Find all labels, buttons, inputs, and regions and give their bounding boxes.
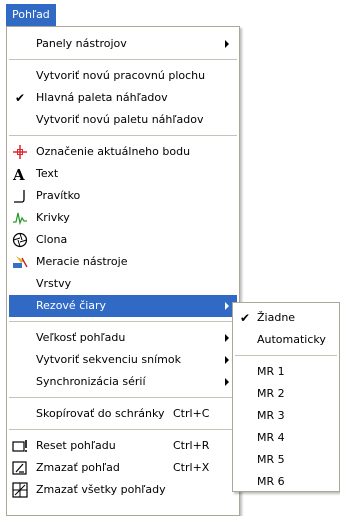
submenu-arrow-icon xyxy=(225,334,229,342)
ruler-icon xyxy=(14,190,25,203)
submenu-arrow-icon xyxy=(225,40,229,48)
text-icon: A xyxy=(12,166,25,182)
submenu-item-mr5[interactable]: MR 5 xyxy=(235,449,337,471)
submenu-item-mr4[interactable]: MR 4 xyxy=(235,427,337,449)
menu-separator xyxy=(9,59,237,60)
menu-item-slice-lines[interactable]: Rezové čiary xyxy=(9,295,237,317)
menu-item-curves[interactable]: Krivky xyxy=(9,207,237,229)
shortcut-label: Ctrl+R xyxy=(173,439,210,452)
checkmark-icon: ✔ xyxy=(14,91,26,105)
menu-item-measure-tools[interactable]: Meracie nástroje xyxy=(9,251,237,273)
curve-icon xyxy=(13,212,27,226)
submenu-arrow-icon xyxy=(225,356,229,364)
menu-separator xyxy=(9,321,237,322)
submenu-item-automatic[interactable]: Automaticky xyxy=(235,329,337,351)
menu-item-layers[interactable]: Vrstvy xyxy=(9,273,237,295)
menu-item-main-thumbnail-palette[interactable]: ✔ Hlavná paleta náhľadov xyxy=(9,87,237,109)
svg-text:A: A xyxy=(12,166,25,182)
slice-lines-submenu: ✔ Žiadne Automaticky MR 1 MR 2 MR 3 MR 4… xyxy=(232,302,340,492)
menu-separator xyxy=(9,397,237,398)
menu-separator xyxy=(9,135,237,136)
view-menu: Panely nástrojov Vytvoriť novú pracovnú … xyxy=(6,26,240,516)
menu-item-ruler[interactable]: Pravítko xyxy=(9,185,237,207)
submenu-item-mr1[interactable]: MR 1 xyxy=(235,361,337,383)
submenu-item-mr2[interactable]: MR 2 xyxy=(235,383,337,405)
menu-item-delete-view[interactable]: Zmazať pohľad Ctrl+X xyxy=(9,457,237,479)
menu-item-toolbars[interactable]: Panely nástrojov xyxy=(9,33,237,55)
menu-item-mark-current-point[interactable]: Označenie aktuálneho bodu xyxy=(9,141,237,163)
reset-view-icon xyxy=(12,440,27,452)
shortcut-label: Ctrl+X xyxy=(173,461,210,474)
menu-item-copy-to-clipboard[interactable]: Skopírovať do schránky Ctrl+C xyxy=(9,403,237,425)
submenu-item-mr6[interactable]: MR 6 xyxy=(235,471,337,493)
delete-view-icon xyxy=(12,461,27,475)
menu-separator xyxy=(235,355,337,356)
menubar-item-view[interactable]: Pohľad xyxy=(6,4,56,26)
shortcut-label: Ctrl+C xyxy=(173,407,210,420)
menu-item-new-thumbnail-palette[interactable]: Vytvoriť novú paletu náhľadov xyxy=(9,109,237,131)
menubar-item-view-label: Pohľad xyxy=(12,8,50,21)
crosshair-icon xyxy=(13,145,27,159)
submenu-item-none[interactable]: ✔ Žiadne xyxy=(235,307,337,329)
menu-item-reset-view[interactable]: Reset pohľadu Ctrl+R xyxy=(9,435,237,457)
checkmark-icon: ✔ xyxy=(240,311,251,325)
measure-tools-icon xyxy=(13,256,28,268)
menu-item-create-image-sequence[interactable]: Vytvoriť sekvenciu snímok xyxy=(9,349,237,371)
submenu-arrow-icon xyxy=(225,378,229,386)
delete-all-views-icon xyxy=(12,482,28,498)
aperture-icon xyxy=(12,232,28,248)
submenu-item-mr3[interactable]: MR 3 xyxy=(235,405,337,427)
menu-item-aperture[interactable]: Clona xyxy=(9,229,237,251)
menu-item-delete-all-views[interactable]: Zmazať všetky pohľady xyxy=(9,479,237,501)
menu-item-view-size[interactable]: Veľkosť pohľadu xyxy=(9,327,237,349)
menu-item-series-sync[interactable]: Synchronizácia sérií xyxy=(9,371,237,393)
submenu-arrow-icon xyxy=(225,302,229,310)
menu-item-new-workspace[interactable]: Vytvoriť novú pracovnú plochu xyxy=(9,65,237,87)
menu-separator xyxy=(9,429,237,430)
menu-item-text[interactable]: A Text xyxy=(9,163,237,185)
